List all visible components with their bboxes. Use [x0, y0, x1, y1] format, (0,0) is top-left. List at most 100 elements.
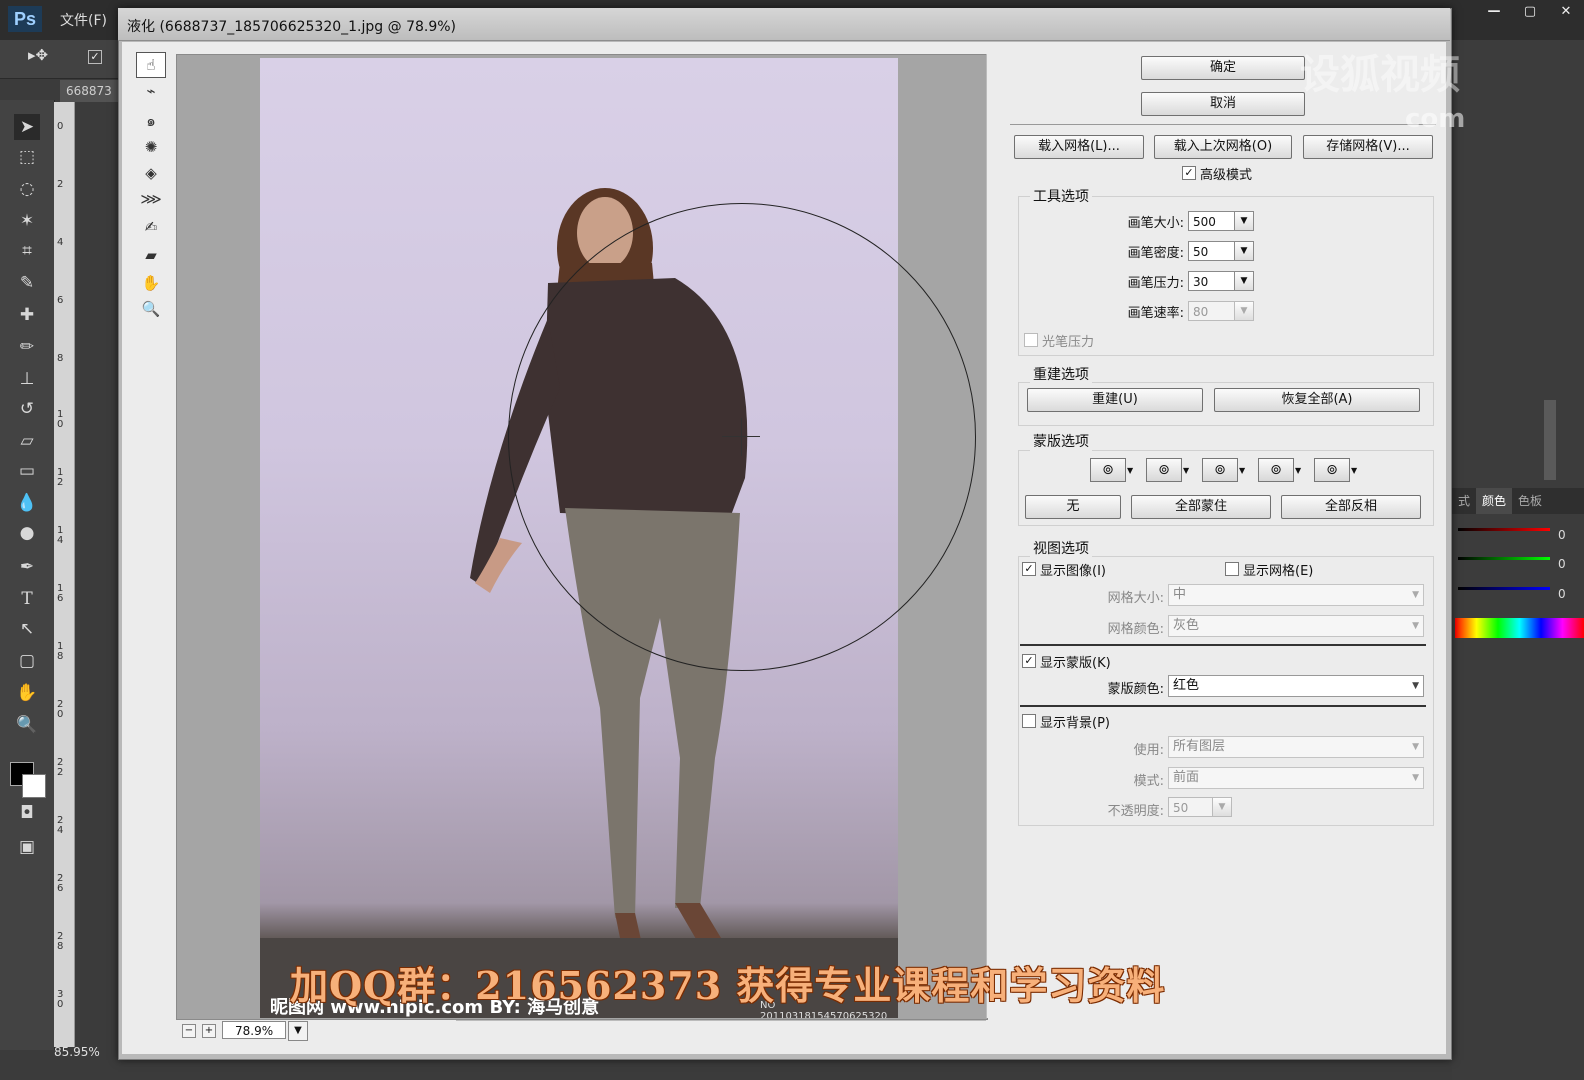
replace-selection-icon[interactable]: ⊚: [1090, 458, 1126, 482]
mask-color-select[interactable]: 红色 ▼: [1168, 675, 1424, 697]
save-mesh-button[interactable]: 存储网格(V)...: [1303, 135, 1433, 159]
lasso-tool-icon[interactable]: ◌: [14, 176, 40, 202]
close-icon[interactable]: ✕: [1548, 0, 1584, 24]
marquee-tool-icon[interactable]: ⬚: [14, 144, 40, 170]
show-mask-checkbox[interactable]: ✓: [1022, 654, 1036, 668]
auto-select-checkbox[interactable]: ✓: [88, 50, 102, 64]
brush-rate-dropdown-arrow[interactable]: ▼: [1234, 301, 1254, 321]
healing-brush-icon[interactable]: ✚: [14, 302, 40, 328]
magic-wand-icon[interactable]: ✶: [14, 208, 40, 234]
red-value[interactable]: 0: [1558, 528, 1566, 542]
push-left-tool-icon[interactable]: ⋙: [136, 186, 166, 212]
use-select[interactable]: 所有图层 ▼: [1168, 736, 1424, 758]
chevron-down-icon[interactable]: ▼: [1127, 466, 1133, 475]
mask-all-button[interactable]: 全部蒙住: [1131, 495, 1271, 519]
twirl-tool-icon[interactable]: ๑: [136, 108, 166, 134]
minimize-icon[interactable]: —: [1476, 0, 1512, 24]
blur-tool-icon[interactable]: 💧: [14, 490, 40, 516]
menu-file[interactable]: 文件(F): [60, 10, 107, 30]
forward-warp-tool-icon[interactable]: ☝: [136, 52, 166, 78]
crop-tool-icon[interactable]: ⌗: [14, 238, 40, 264]
tab-swatches[interactable]: 色板: [1512, 488, 1548, 514]
stamp-tool-icon[interactable]: ⊥: [14, 366, 40, 392]
chevron-down-icon: ▼: [1412, 621, 1419, 631]
tab-styles[interactable]: 式: [1452, 488, 1476, 514]
show-mesh-checkbox[interactable]: [1225, 562, 1239, 576]
hand-tool-icon[interactable]: ✋: [136, 270, 166, 296]
history-brush-icon[interactable]: ↺: [14, 396, 40, 422]
stylus-pressure-checkbox[interactable]: [1024, 333, 1038, 347]
type-tool-icon[interactable]: T: [14, 586, 40, 612]
zoom-out-button[interactable]: −: [182, 1024, 196, 1038]
show-backdrop-checkbox[interactable]: [1022, 714, 1036, 728]
chevron-down-icon[interactable]: ▼: [1239, 466, 1245, 475]
show-image-checkbox[interactable]: ✓: [1022, 562, 1036, 576]
brush-size-dropdown-arrow[interactable]: ▼: [1234, 211, 1254, 231]
reconstruct-button[interactable]: 重建(U): [1027, 388, 1203, 412]
advanced-mode-label: 高级模式: [1200, 168, 1253, 183]
gradient-tool-icon[interactable]: ▭: [14, 458, 40, 484]
chevron-down-icon[interactable]: ▼: [1351, 466, 1357, 475]
green-value[interactable]: 0: [1558, 557, 1566, 571]
restore-all-button[interactable]: 恢复全部(A): [1214, 388, 1420, 412]
move-tool-icon[interactable]: ▸✥: [28, 46, 48, 64]
mode-select[interactable]: 前面 ▼: [1168, 767, 1424, 789]
dodge-tool-icon[interactable]: ●: [14, 520, 40, 546]
color-panel-tabs: 式颜色 色板: [1452, 488, 1584, 514]
ok-button[interactable]: 确定: [1141, 56, 1305, 80]
blue-slider[interactable]: [1458, 587, 1550, 590]
thaw-mask-tool-icon[interactable]: ▰: [136, 242, 166, 268]
blue-value[interactable]: 0: [1558, 587, 1566, 601]
screen-mode-icon[interactable]: ▣: [14, 834, 40, 860]
hand-tool-icon[interactable]: ✋: [14, 680, 40, 706]
load-mesh-button[interactable]: 载入网格(L)...: [1014, 135, 1144, 159]
pen-tool-icon[interactable]: ✒: [14, 554, 40, 580]
brush-tool-icon[interactable]: ✏: [14, 334, 40, 360]
opacity-dropdown-arrow[interactable]: ▼: [1212, 797, 1232, 817]
mesh-size-select[interactable]: 中 ▼: [1168, 584, 1424, 606]
color-spectrum[interactable]: [1455, 618, 1584, 638]
zoom-tool-icon[interactable]: 🔍: [136, 296, 166, 322]
advanced-mode-checkbox[interactable]: ✓: [1182, 166, 1196, 180]
zoom-tool-icon[interactable]: 🔍: [14, 712, 40, 738]
brush-pressure-dropdown-arrow[interactable]: ▼: [1234, 271, 1254, 291]
panel-scrollbar[interactable]: [1544, 400, 1556, 480]
shape-tool-icon[interactable]: ▢: [14, 648, 40, 674]
horizontal-scrollbar[interactable]: [456, 1020, 986, 1039]
intersect-selection-icon[interactable]: ⊚: [1258, 458, 1294, 482]
add-to-selection-icon[interactable]: ⊚: [1146, 458, 1182, 482]
brush-pressure-label: 画笔压力:: [1127, 276, 1184, 291]
pucker-tool-icon[interactable]: ✺: [136, 134, 166, 160]
tab-color[interactable]: 颜色: [1476, 488, 1513, 514]
eraser-icon[interactable]: ▱: [14, 428, 40, 454]
eyedropper-icon[interactable]: ✎: [14, 270, 40, 296]
load-last-mesh-button[interactable]: 载入上次网格(O): [1154, 135, 1292, 159]
brush-density-dropdown-arrow[interactable]: ▼: [1234, 241, 1254, 261]
zoom-level-field[interactable]: 78.9%: [222, 1021, 286, 1039]
red-slider[interactable]: [1458, 528, 1550, 531]
zoom-in-button[interactable]: +: [202, 1024, 216, 1038]
mask-none-button[interactable]: 无: [1025, 495, 1121, 519]
mesh-size-label: 网格大小:: [1107, 591, 1164, 606]
invert-selection-icon[interactable]: ⊚: [1314, 458, 1350, 482]
cancel-button[interactable]: 取消: [1141, 92, 1305, 116]
bloat-tool-icon[interactable]: ◈: [136, 160, 166, 186]
quick-mask-icon[interactable]: ◘: [14, 800, 40, 826]
chevron-down-icon[interactable]: ▼: [1295, 466, 1301, 475]
maximize-icon[interactable]: ▢: [1512, 0, 1548, 24]
ruler-number: 6: [57, 295, 64, 306]
background-color-swatch[interactable]: [22, 774, 46, 798]
freeze-mask-tool-icon[interactable]: ✍: [136, 214, 166, 240]
path-select-icon[interactable]: ↖: [14, 616, 40, 642]
move-tool-icon[interactable]: ➤: [14, 114, 40, 140]
zoom-dropdown-arrow[interactable]: ▼: [288, 1021, 308, 1041]
mesh-color-select[interactable]: 灰色 ▼: [1168, 615, 1424, 637]
green-slider[interactable]: [1458, 557, 1550, 560]
reconstruct-tool-icon[interactable]: ⌁: [136, 78, 166, 104]
invert-all-button[interactable]: 全部反相: [1281, 495, 1421, 519]
chevron-down-icon[interactable]: ▼: [1183, 466, 1189, 475]
tool-options-title: 工具选项: [1030, 186, 1092, 206]
vertical-scrollbar[interactable]: [986, 54, 1003, 1018]
opacity-input[interactable]: 50: [1168, 797, 1214, 817]
subtract-from-selection-icon[interactable]: ⊚: [1202, 458, 1238, 482]
